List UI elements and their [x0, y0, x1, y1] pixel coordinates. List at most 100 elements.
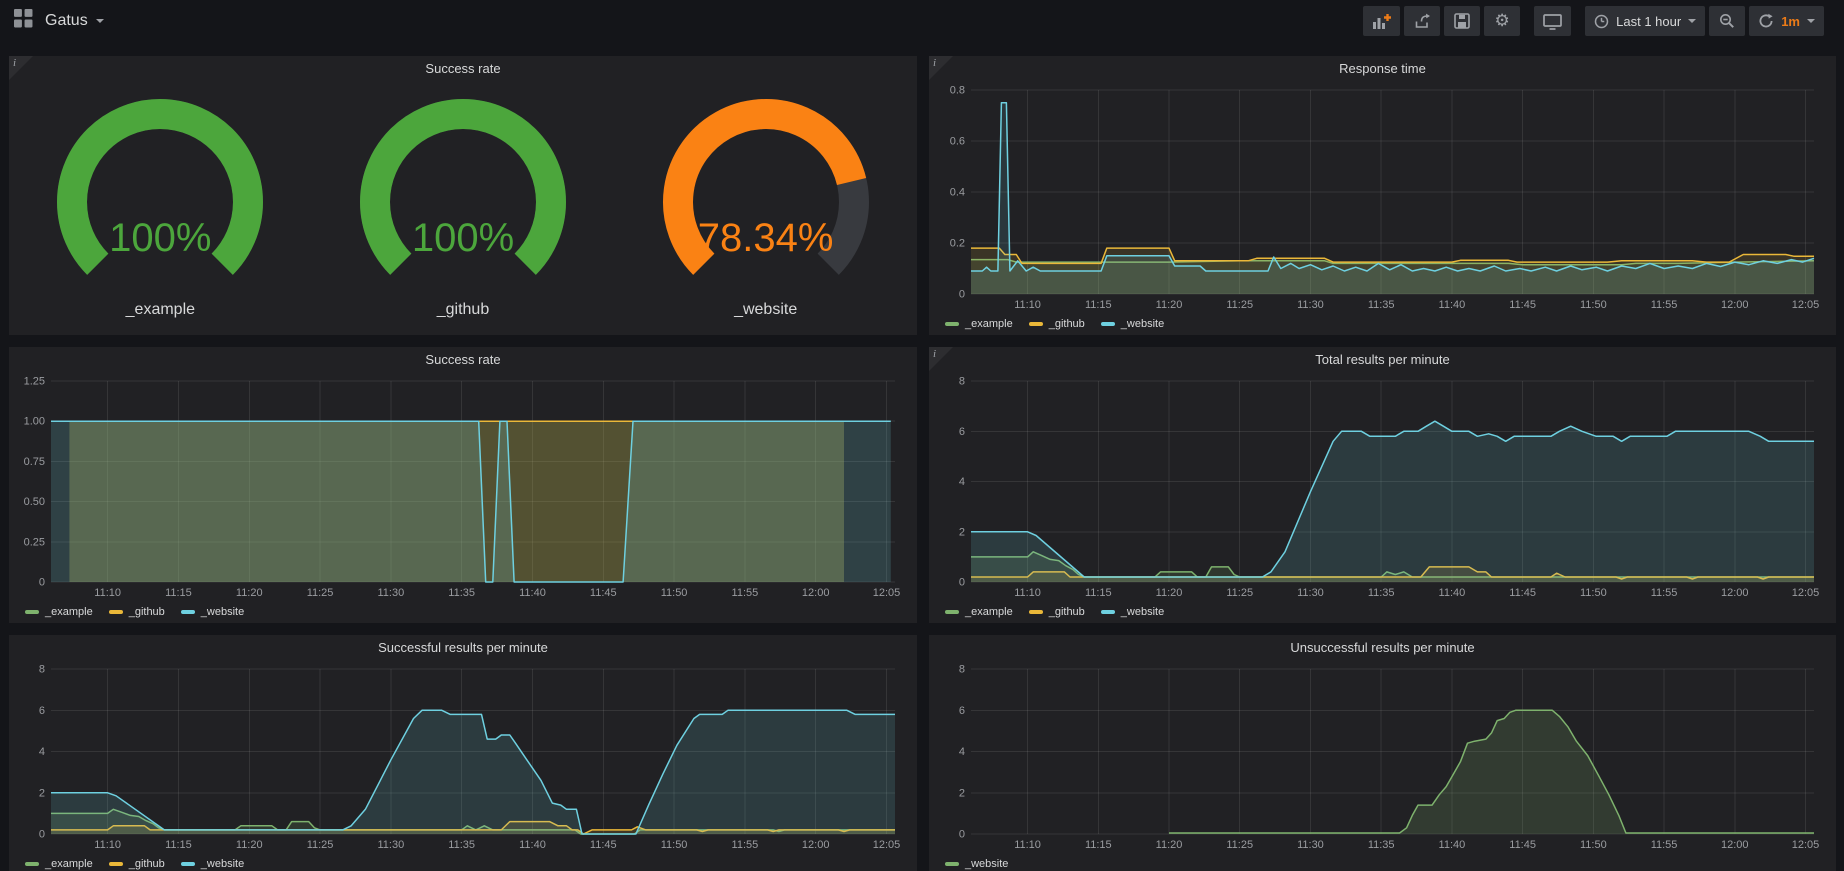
- svg-text:11:35: 11:35: [448, 839, 475, 851]
- gauge-arc: [313, 90, 613, 301]
- legend-item-website[interactable]: _website: [181, 606, 244, 618]
- dashboard-grid-icon[interactable]: [14, 9, 33, 33]
- panel-title[interactable]: Unsuccessful results per minute: [929, 635, 1836, 661]
- legend-item-example[interactable]: _example: [945, 318, 1013, 330]
- svg-text:2: 2: [39, 787, 45, 799]
- panel-title[interactable]: Successful results per minute: [9, 635, 917, 661]
- chart-legend: _website: [935, 853, 1830, 871]
- svg-text:11:10: 11:10: [1014, 839, 1041, 851]
- svg-text:11:50: 11:50: [1580, 839, 1607, 851]
- gauge-arc: [10, 90, 310, 301]
- chart-plot-area[interactable]: 0246811:1011:1511:2011:2511:3011:3511:40…: [15, 661, 911, 853]
- time-range-picker[interactable]: Last 1 hour: [1585, 6, 1705, 36]
- legend-item-website[interactable]: _website: [945, 858, 1008, 870]
- gauge-value: 100%: [10, 216, 310, 261]
- svg-text:11:40: 11:40: [519, 587, 546, 599]
- legend-item-website[interactable]: _website: [1101, 318, 1164, 330]
- svg-text:11:10: 11:10: [1014, 299, 1041, 311]
- chart-plot-area[interactable]: 0246811:1011:1511:2011:2511:3011:3511:40…: [935, 373, 1830, 601]
- legend-swatch: [109, 610, 123, 614]
- legend-swatch: [1029, 322, 1043, 326]
- chart-plot-area[interactable]: 0246811:1011:1511:2011:2511:3011:3511:40…: [935, 661, 1830, 853]
- svg-text:4: 4: [39, 746, 45, 758]
- svg-text:11:25: 11:25: [1226, 587, 1253, 599]
- svg-text:11:50: 11:50: [661, 839, 688, 851]
- svg-text:0.8: 0.8: [950, 85, 965, 97]
- legend-swatch: [25, 862, 39, 866]
- svg-text:11:20: 11:20: [236, 587, 263, 599]
- refresh-picker[interactable]: 1m: [1749, 6, 1824, 36]
- dashboard-title-dropdown[interactable]: Gatus: [45, 12, 104, 30]
- svg-text:11:50: 11:50: [661, 587, 688, 599]
- svg-text:0: 0: [959, 289, 965, 301]
- gauge-label: _example: [10, 301, 310, 319]
- svg-text:11:30: 11:30: [378, 587, 405, 599]
- svg-text:12:00: 12:00: [1721, 839, 1749, 851]
- save-dashboard-button[interactable]: [1444, 6, 1480, 36]
- legend-item-example[interactable]: _example: [25, 606, 93, 618]
- legend-swatch: [1029, 610, 1043, 614]
- svg-text:11:55: 11:55: [1651, 587, 1678, 599]
- svg-text:11:45: 11:45: [590, 839, 617, 851]
- chart-legend: _example _github _website: [935, 313, 1830, 335]
- legend-item-github[interactable]: _github: [109, 858, 165, 870]
- legend-item-example[interactable]: _example: [25, 858, 93, 870]
- chart-legend: _example _github _website: [15, 853, 911, 871]
- svg-text:11:10: 11:10: [1014, 587, 1041, 599]
- panel-success-rate-gauges: i Success rate 100% _example 100% _githu…: [9, 56, 917, 335]
- legend-item-github[interactable]: _github: [109, 606, 165, 618]
- legend-swatch: [1101, 610, 1115, 614]
- share-dashboard-button[interactable]: [1404, 6, 1440, 36]
- legend-swatch: [945, 322, 959, 326]
- svg-text:11:45: 11:45: [1509, 587, 1536, 599]
- zoom-out-icon: [1719, 13, 1735, 29]
- svg-text:12:05: 12:05: [1792, 587, 1820, 599]
- chart-legend: _example _github _website: [935, 601, 1830, 623]
- svg-text:11:55: 11:55: [1651, 839, 1678, 851]
- panel-title[interactable]: Response time: [929, 56, 1836, 82]
- svg-text:8: 8: [959, 664, 965, 676]
- legend-swatch: [1101, 322, 1115, 326]
- svg-text:11:55: 11:55: [732, 839, 759, 851]
- gauge-label: _github: [313, 301, 613, 319]
- gauge-arc: [616, 90, 916, 301]
- gauge-example: 100% _example: [10, 90, 310, 319]
- svg-text:11:50: 11:50: [1580, 299, 1607, 311]
- svg-text:11:30: 11:30: [378, 839, 405, 851]
- zoom-out-button[interactable]: [1709, 6, 1745, 36]
- dashboard-settings-button[interactable]: ⚙: [1484, 6, 1520, 36]
- svg-text:0: 0: [959, 829, 965, 841]
- gauge-github: 100% _github: [313, 90, 613, 319]
- panel-title[interactable]: Total results per minute: [929, 347, 1836, 373]
- panel-total-results: i Total results per minute 0246811:1011:…: [929, 347, 1836, 623]
- cycle-view-mode-button[interactable]: [1534, 6, 1571, 36]
- chart-plot-area[interactable]: 00.20.40.60.811:1011:1511:2011:2511:3011…: [935, 82, 1830, 313]
- panel-info-icon[interactable]: i: [929, 347, 953, 371]
- panel-info-icon[interactable]: i: [929, 56, 953, 80]
- gear-icon: ⚙: [1495, 13, 1510, 30]
- svg-text:11:40: 11:40: [1439, 587, 1466, 599]
- chevron-down-icon: [96, 19, 104, 27]
- svg-text:0.2: 0.2: [950, 238, 965, 250]
- add-panel-button[interactable]: [1363, 6, 1400, 36]
- panel-title[interactable]: Success rate: [9, 56, 917, 82]
- legend-item-github[interactable]: _github: [1029, 318, 1085, 330]
- legend-item-example[interactable]: _example: [945, 606, 1013, 618]
- svg-text:12:05: 12:05: [873, 839, 901, 851]
- svg-text:11:30: 11:30: [1297, 839, 1324, 851]
- svg-text:8: 8: [39, 664, 45, 676]
- legend-item-website[interactable]: _website: [181, 858, 244, 870]
- time-range-label: Last 1 hour: [1616, 14, 1681, 29]
- panel-info-icon[interactable]: i: [9, 56, 33, 80]
- legend-item-website[interactable]: _website: [1101, 606, 1164, 618]
- panel-success-rate-graph: Success rate 00.250.500.751.001.2511:101…: [9, 347, 917, 623]
- svg-text:12:00: 12:00: [802, 587, 830, 599]
- svg-text:11:15: 11:15: [1085, 299, 1112, 311]
- panel-title[interactable]: Success rate: [9, 347, 917, 373]
- chart-plot-area[interactable]: 00.250.500.751.001.2511:1011:1511:2011:2…: [15, 373, 911, 601]
- svg-text:12:05: 12:05: [873, 587, 901, 599]
- svg-text:12:00: 12:00: [802, 839, 830, 851]
- svg-text:11:35: 11:35: [1368, 299, 1395, 311]
- legend-item-github[interactable]: _github: [1029, 606, 1085, 618]
- add-panel-icon: [1372, 13, 1391, 30]
